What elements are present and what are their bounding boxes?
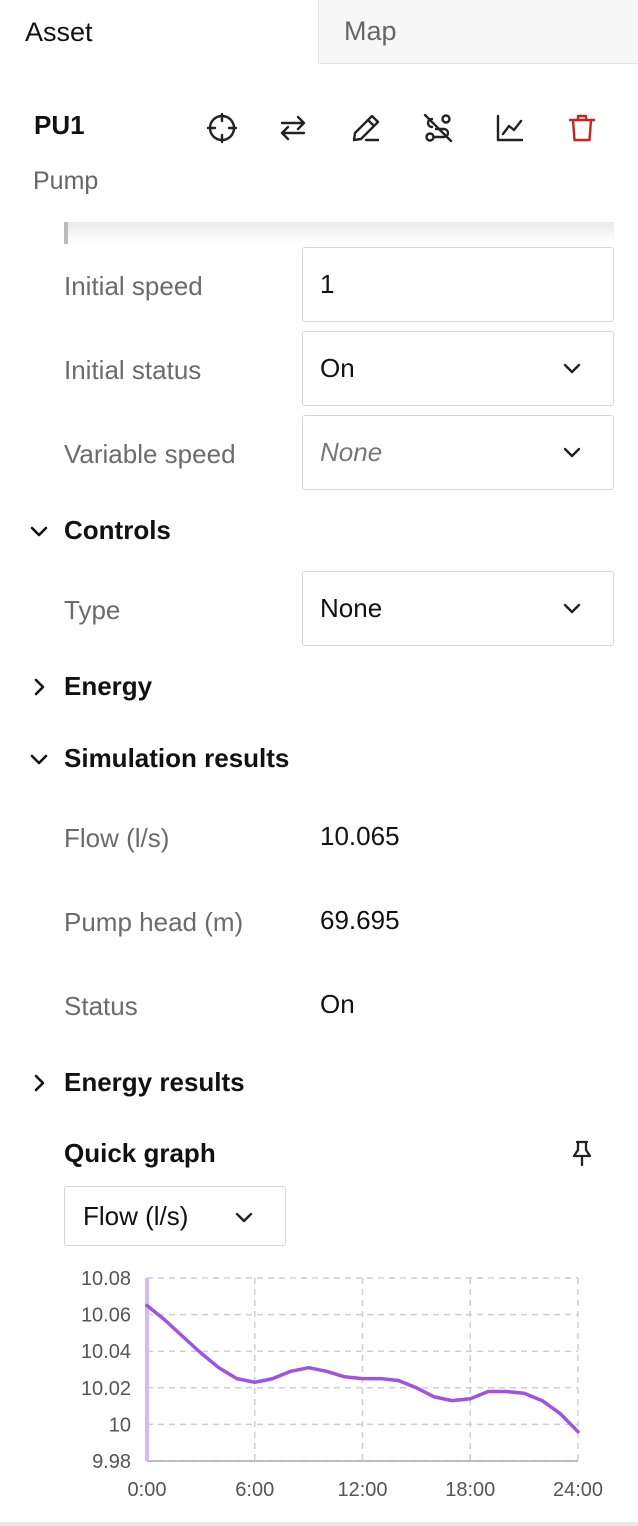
initial-speed-label: Initial speed [64, 271, 203, 301]
initial-status-value: On [320, 353, 355, 383]
trash-icon [568, 114, 596, 142]
route-off-button[interactable] [418, 108, 458, 148]
chevron-down-icon [30, 754, 48, 764]
chart-icon [496, 114, 524, 142]
edit-icon [352, 114, 380, 142]
edit-button[interactable] [346, 108, 386, 148]
bottom-divider [0, 1522, 638, 1526]
chart-button[interactable] [490, 108, 530, 148]
chevron-down-icon [30, 526, 48, 536]
delete-button[interactable] [562, 108, 602, 148]
y-tick-label: 9.98 [92, 1451, 131, 1473]
chevron-right-icon [34, 1074, 45, 1091]
tab-map[interactable]: Map [318, 0, 638, 64]
initial-speed-input[interactable] [320, 269, 580, 300]
control-type-value: None [320, 593, 383, 623]
x-tick-label: 24:00 [553, 1479, 603, 1501]
chevron-right-icon [34, 678, 45, 695]
chevron-down-icon [563, 447, 581, 458]
chevron-down-icon [563, 603, 581, 614]
panel-tabs: Asset Map [0, 0, 638, 64]
control-type-label: Type [64, 595, 121, 625]
y-tick-label: 10 [109, 1414, 131, 1436]
section-energy-results-title: Energy results [64, 1067, 245, 1097]
locate-button[interactable] [202, 108, 242, 148]
reverse-button[interactable] [273, 108, 313, 148]
y-tick-label: 10.08 [81, 1268, 131, 1290]
result-label: Status [64, 991, 138, 1021]
chevron-down-icon [235, 1212, 253, 1223]
y-tick-label: 10.06 [81, 1305, 131, 1327]
quick-graph-title: Quick graph [64, 1138, 216, 1168]
pin-icon [572, 1140, 592, 1167]
variable-speed-value: None [320, 437, 383, 467]
x-tick-label: 6:00 [235, 1479, 274, 1501]
x-tick-label: 0:00 [128, 1479, 167, 1501]
initial-status-select[interactable]: On [302, 331, 614, 406]
route-off-icon [423, 113, 453, 143]
tab-asset[interactable]: Asset [0, 0, 318, 64]
x-tick-label: 18:00 [445, 1479, 495, 1501]
section-controls[interactable]: Controls [28, 515, 171, 546]
section-simulation-title: Simulation results [64, 743, 290, 773]
initial-status-label: Initial status [64, 355, 202, 385]
quick-graph-select[interactable]: Flow (l/s) [64, 1186, 286, 1246]
crosshair-icon [206, 112, 238, 144]
section-energy-title: Energy [64, 671, 153, 701]
result-value: 10.065 [320, 821, 400, 851]
y-tick-label: 10.02 [81, 1378, 131, 1400]
result-value: On [320, 989, 355, 1019]
asset-id: PU1 [34, 110, 85, 140]
control-type-select[interactable]: None [302, 571, 614, 646]
quick-graph-chart: 10.08 10.06 10.04 10.02 10 9.98 0:00 6:00 12:00 1… [81, 1268, 603, 1501]
x-tick-label: 12:00 [337, 1479, 387, 1501]
result-label: Pump head (m) [64, 907, 244, 937]
result-label: Flow (l/s) [64, 823, 170, 853]
section-controls-title: Controls [64, 515, 171, 545]
variable-speed-label: Variable speed [64, 439, 236, 469]
asset-type: Pump [33, 167, 99, 195]
swap-icon [280, 115, 306, 141]
scroll-shadow [64, 222, 614, 244]
quick-graph-selected: Flow (l/s) [83, 1200, 189, 1231]
result-value: 69.695 [320, 905, 400, 935]
y-tick-label: 10.04 [81, 1341, 131, 1363]
variable-speed-select[interactable]: None [302, 415, 614, 490]
section-simulation-results[interactable]: Simulation results [28, 743, 289, 774]
section-energy-results[interactable]: Energy results [28, 1067, 245, 1098]
pin-button[interactable] [566, 1137, 598, 1169]
initial-speed-field[interactable] [302, 247, 614, 322]
section-energy[interactable]: Energy [28, 671, 152, 702]
chevron-down-icon [563, 363, 581, 374]
